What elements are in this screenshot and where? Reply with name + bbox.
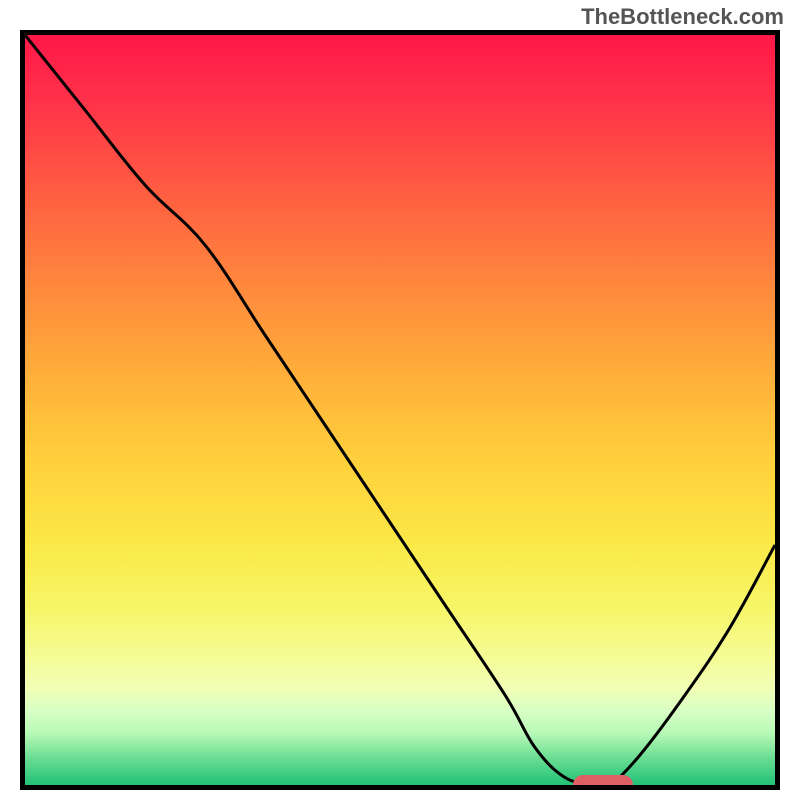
- optimal-range-marker: [573, 775, 633, 790]
- watermark-text: TheBottleneck.com: [581, 4, 784, 30]
- chart-stage: TheBottleneck.com: [0, 0, 800, 800]
- plot-area: [20, 30, 780, 790]
- curve-path: [25, 35, 775, 788]
- bottleneck-curve: [25, 35, 775, 785]
